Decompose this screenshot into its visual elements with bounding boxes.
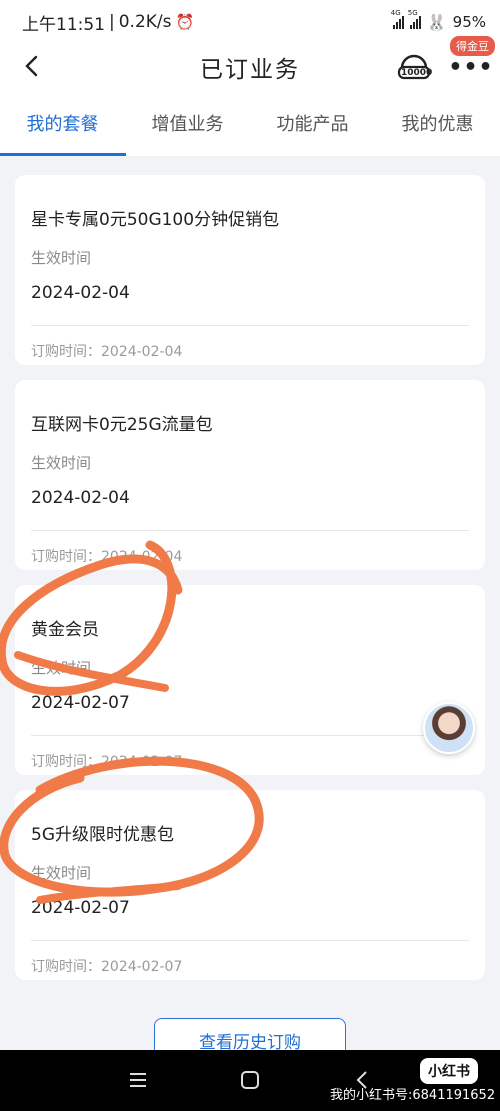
bunny-icon: 🐰 bbox=[426, 12, 447, 32]
order-time: 订购时间：2024-02-04 bbox=[31, 549, 183, 565]
home-button[interactable] bbox=[236, 1066, 264, 1094]
status-separator: | bbox=[109, 12, 115, 32]
home-icon bbox=[241, 1071, 259, 1089]
app-header: 已订业务 10000 得金豆 ••• bbox=[0, 36, 500, 90]
signal-icon: 4G bbox=[391, 9, 404, 29]
status-time: 上午11:51 bbox=[22, 14, 105, 35]
tab-value-added[interactable]: 增值业务 bbox=[125, 90, 250, 156]
tab-my-plan[interactable]: 我的套餐 bbox=[0, 90, 126, 156]
more-button[interactable]: ••• bbox=[448, 50, 492, 84]
customer-service-icon bbox=[397, 54, 431, 80]
tab-bar: 我的套餐 增值业务 功能产品 我的优惠 bbox=[0, 90, 500, 156]
more-icon: ••• bbox=[448, 54, 494, 80]
divider bbox=[31, 325, 469, 326]
plan-card[interactable]: 星卡专属0元50G100分钟促销包 生效时间 2024-02-04 订购时间：2… bbox=[15, 175, 485, 365]
plan-card[interactable]: 互联网卡0元25G流量包 生效时间 2024-02-04 订购时间：2024-0… bbox=[15, 380, 485, 570]
effective-date: 2024-02-04 bbox=[31, 283, 130, 303]
order-time: 订购时间：2024-02-07 bbox=[31, 754, 183, 770]
divider bbox=[31, 940, 469, 941]
plan-name: 5G升级限时优惠包 bbox=[31, 825, 174, 845]
plan-name: 星卡专属0元50G100分钟促销包 bbox=[31, 210, 280, 230]
menu-icon bbox=[130, 1073, 146, 1087]
effective-time-label: 生效时间 bbox=[31, 659, 92, 677]
service-icon-text: 10000 bbox=[401, 68, 433, 78]
status-bar: 上午11:51 | 0.2K/s ⏰ 4G 5G 🐰 95% bbox=[0, 0, 500, 44]
effective-date: 2024-02-07 bbox=[31, 898, 130, 918]
plan-card[interactable]: 5G升级限时优惠包 生效时间 2024-02-07 订购时间：2024-02-0… bbox=[15, 790, 485, 980]
effective-date: 2024-02-04 bbox=[31, 488, 130, 508]
plan-name: 黄金会员 bbox=[31, 620, 99, 640]
divider bbox=[31, 735, 469, 736]
assistant-avatar-button[interactable] bbox=[423, 702, 475, 754]
effective-date: 2024-02-07 bbox=[31, 693, 130, 713]
system-nav-bar: 小红书 我的小红书号:6841191652 bbox=[0, 1050, 500, 1111]
signal-icon: 5G bbox=[408, 9, 421, 29]
tab-my-discounts[interactable]: 我的优惠 bbox=[375, 90, 500, 156]
plan-card[interactable]: 黄金会员 生效时间 2024-02-07 订购时间：2024-02-07 bbox=[15, 585, 485, 775]
effective-time-label: 生效时间 bbox=[31, 454, 92, 472]
plan-name: 互联网卡0元25G流量包 bbox=[31, 415, 213, 435]
tab-function-products[interactable]: 功能产品 bbox=[250, 90, 375, 156]
order-time: 订购时间：2024-02-04 bbox=[31, 344, 183, 360]
divider bbox=[31, 530, 469, 531]
watermark-id: 我的小红书号:6841191652 bbox=[330, 1088, 496, 1103]
customer-service-button[interactable]: 10000 bbox=[396, 50, 432, 84]
xiaohongshu-logo: 小红书 bbox=[420, 1058, 478, 1084]
battery-level: 95% bbox=[452, 13, 486, 31]
menu-button[interactable] bbox=[124, 1066, 152, 1094]
network-type-2: 5G bbox=[407, 9, 418, 17]
network-speed: 0.2K/s bbox=[118, 12, 172, 32]
alarm-icon: ⏰ bbox=[175, 13, 195, 31]
effective-time-label: 生效时间 bbox=[31, 249, 92, 267]
effective-time-label: 生效时间 bbox=[31, 864, 92, 882]
network-type-1: 4G bbox=[390, 9, 401, 17]
order-time: 订购时间：2024-02-07 bbox=[31, 959, 183, 975]
